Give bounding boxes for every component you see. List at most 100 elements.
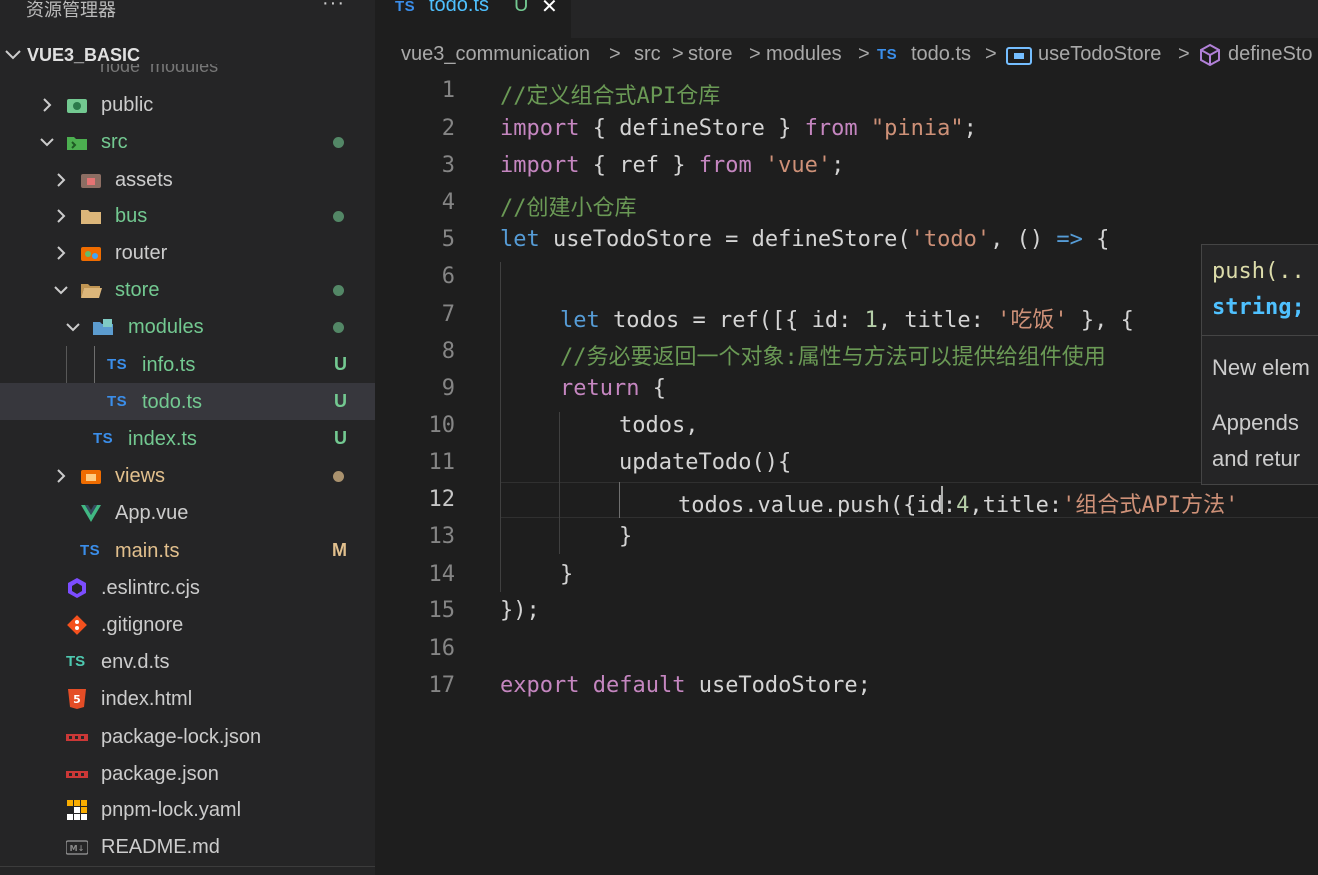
chevron-down-icon bbox=[5, 50, 21, 60]
more-actions-icon[interactable]: ··· bbox=[322, 0, 345, 15]
tree-item-label: env.d.ts bbox=[101, 651, 170, 673]
code-text: useTodoStore; bbox=[685, 673, 871, 698]
line-number: 15 bbox=[428, 598, 456, 623]
explorer-title: 资源管理器 bbox=[26, 0, 116, 20]
tree-item-label: index.ts bbox=[128, 428, 197, 450]
assets-folder-icon bbox=[81, 174, 101, 188]
code-text: ; bbox=[831, 153, 845, 178]
breadcrumb-item[interactable]: vue3_communication bbox=[401, 43, 590, 66]
line-number: 11 bbox=[428, 450, 456, 475]
tree-item-label: store bbox=[115, 279, 160, 301]
breadcrumb-item[interactable]: modules bbox=[766, 43, 842, 66]
status-dot bbox=[333, 471, 344, 482]
code-line-2[interactable]: import { defineStore } from "pinia"; bbox=[500, 116, 977, 141]
breadcrumb-item[interactable]: defineSto bbox=[1228, 43, 1313, 66]
code-line-12[interactable]: todos.value.push({id:4,title:'组合式API方法' bbox=[678, 487, 1238, 519]
tree-item-store[interactable]: store bbox=[0, 271, 375, 308]
line-number: 17 bbox=[428, 673, 456, 698]
editor-area: TS todo.ts U ✕ vue3_communication > src … bbox=[375, 0, 1318, 875]
keyword: import bbox=[500, 116, 580, 141]
status-dot bbox=[333, 285, 344, 296]
tree-item-gitignore[interactable]: .gitignore bbox=[0, 606, 375, 643]
typescript-file-icon: TS bbox=[107, 356, 128, 373]
code-line-11[interactable]: updateTodo(){ bbox=[619, 450, 791, 475]
tree-item-info-ts[interactable]: TS info.ts U bbox=[0, 346, 375, 383]
typescript-file-icon: TS bbox=[877, 46, 898, 63]
breadcrumb-item[interactable]: src bbox=[634, 43, 661, 66]
code-line-7[interactable]: let todos = ref([{ id: 1, title: '吃饭' },… bbox=[560, 302, 1134, 334]
tree-item-label: README.md bbox=[101, 836, 220, 858]
breadcrumb-item[interactable]: store bbox=[688, 43, 732, 66]
git-status-badge: U bbox=[514, 0, 529, 16]
src-folder-icon bbox=[67, 137, 87, 150]
breadcrumb-item[interactable]: todo.ts bbox=[911, 43, 971, 66]
tree-item-readme[interactable]: M↓ README.md bbox=[0, 828, 375, 865]
folder-open-icon bbox=[81, 284, 102, 298]
router-folder-icon bbox=[81, 247, 101, 261]
tree-item-pnpm-lock[interactable]: pnpm-lock.yaml bbox=[0, 791, 375, 828]
breadcrumb: vue3_communication > src > store > modul… bbox=[375, 40, 1318, 72]
tree-item-label: todo.ts bbox=[142, 391, 203, 413]
tree-item-partial[interactable]: node_modules bbox=[100, 64, 218, 74]
svg-text:M↓: M↓ bbox=[70, 844, 85, 853]
code-line-9[interactable]: return { bbox=[560, 376, 666, 401]
tree-item-index-ts[interactable]: TS index.ts U bbox=[0, 420, 375, 457]
tree-item-label: assets bbox=[115, 169, 173, 191]
keyword: import bbox=[500, 153, 580, 178]
eslint-file-icon bbox=[68, 578, 86, 598]
code-text: { ref } bbox=[579, 153, 699, 178]
tree-item-label: App.vue bbox=[115, 502, 189, 524]
code-line-10[interactable]: todos, bbox=[619, 413, 698, 438]
breadcrumb-item[interactable]: useTodoStore bbox=[1038, 43, 1161, 66]
code-line-4[interactable]: //创建小仓库 bbox=[500, 190, 637, 222]
code-text: todos = ref([{ id: bbox=[599, 308, 865, 333]
status-dot bbox=[333, 211, 344, 222]
code-text: { bbox=[1082, 227, 1110, 252]
tab-label: todo.ts bbox=[429, 0, 490, 16]
code-line-15[interactable]: }); bbox=[500, 598, 540, 623]
tab-todo-ts[interactable]: TS todo.ts U ✕ bbox=[375, 0, 571, 38]
method-symbol-icon bbox=[1200, 43, 1220, 67]
tree-item-index-html[interactable]: 5 index.html bbox=[0, 680, 375, 717]
chevron-right-icon bbox=[57, 209, 66, 223]
text-cursor bbox=[941, 486, 943, 514]
line-number: 14 bbox=[428, 562, 456, 587]
tree-item-router[interactable]: router bbox=[0, 234, 375, 271]
code-text: { bbox=[639, 376, 666, 401]
tree-item-public[interactable]: public bbox=[0, 86, 375, 123]
breadcrumb-separator: > bbox=[672, 43, 684, 65]
code-text: { defineStore } bbox=[579, 116, 805, 141]
code-line-1[interactable]: //定义组合式API仓库 bbox=[500, 78, 720, 110]
tree-item-env-d-ts[interactable]: TS env.d.ts bbox=[0, 643, 375, 680]
code-line-3[interactable]: import { ref } from 'vue'; bbox=[500, 153, 844, 178]
code-line-17[interactable]: export default useTodoStore; bbox=[500, 673, 871, 698]
tree-item-package-lock[interactable]: package-lock.json bbox=[0, 718, 375, 755]
tree-item-label: package-lock.json bbox=[101, 726, 262, 748]
code-line-5[interactable]: let useTodoStore = defineStore('todo', (… bbox=[500, 227, 1109, 252]
line-number: 10 bbox=[428, 413, 456, 438]
folder-icon bbox=[81, 210, 101, 224]
code-line-14[interactable]: } bbox=[560, 562, 573, 587]
chevron-right-icon bbox=[57, 469, 66, 483]
tree-item-package-json[interactable]: package.json bbox=[0, 755, 375, 792]
number-literal: 1 bbox=[864, 308, 878, 333]
tree-item-views[interactable]: views bbox=[0, 457, 375, 494]
string-literal: 'vue' bbox=[764, 153, 832, 178]
tree-item-modules[interactable]: modules bbox=[0, 308, 375, 345]
code-line-8[interactable]: //务必要返回一个对象:属性与方法可以提供给组件使用 bbox=[560, 339, 1106, 371]
tree-item-main-ts[interactable]: TS main.ts M bbox=[0, 532, 375, 569]
tree-item-todo-ts[interactable]: TS todo.ts U bbox=[0, 383, 375, 420]
tree-item-app-vue[interactable]: App.vue bbox=[0, 494, 375, 531]
git-status-badge: U bbox=[334, 428, 347, 448]
tree-item-assets[interactable]: assets bbox=[0, 161, 375, 198]
line-number: 6 bbox=[441, 264, 455, 289]
tree-item-label: views bbox=[115, 465, 166, 487]
tooltip-description: Appends and retur bbox=[1212, 405, 1300, 477]
tab-bar: TS todo.ts U ✕ bbox=[375, 0, 1318, 38]
code-line-13[interactable]: } bbox=[619, 524, 632, 549]
tree-item-bus[interactable]: bus bbox=[0, 197, 375, 234]
tree-item-eslintrc[interactable]: .eslintrc.cjs bbox=[0, 569, 375, 606]
tree-item-src[interactable]: src bbox=[0, 123, 375, 160]
close-icon[interactable]: ✕ bbox=[541, 0, 558, 19]
keyword: let bbox=[560, 308, 600, 333]
